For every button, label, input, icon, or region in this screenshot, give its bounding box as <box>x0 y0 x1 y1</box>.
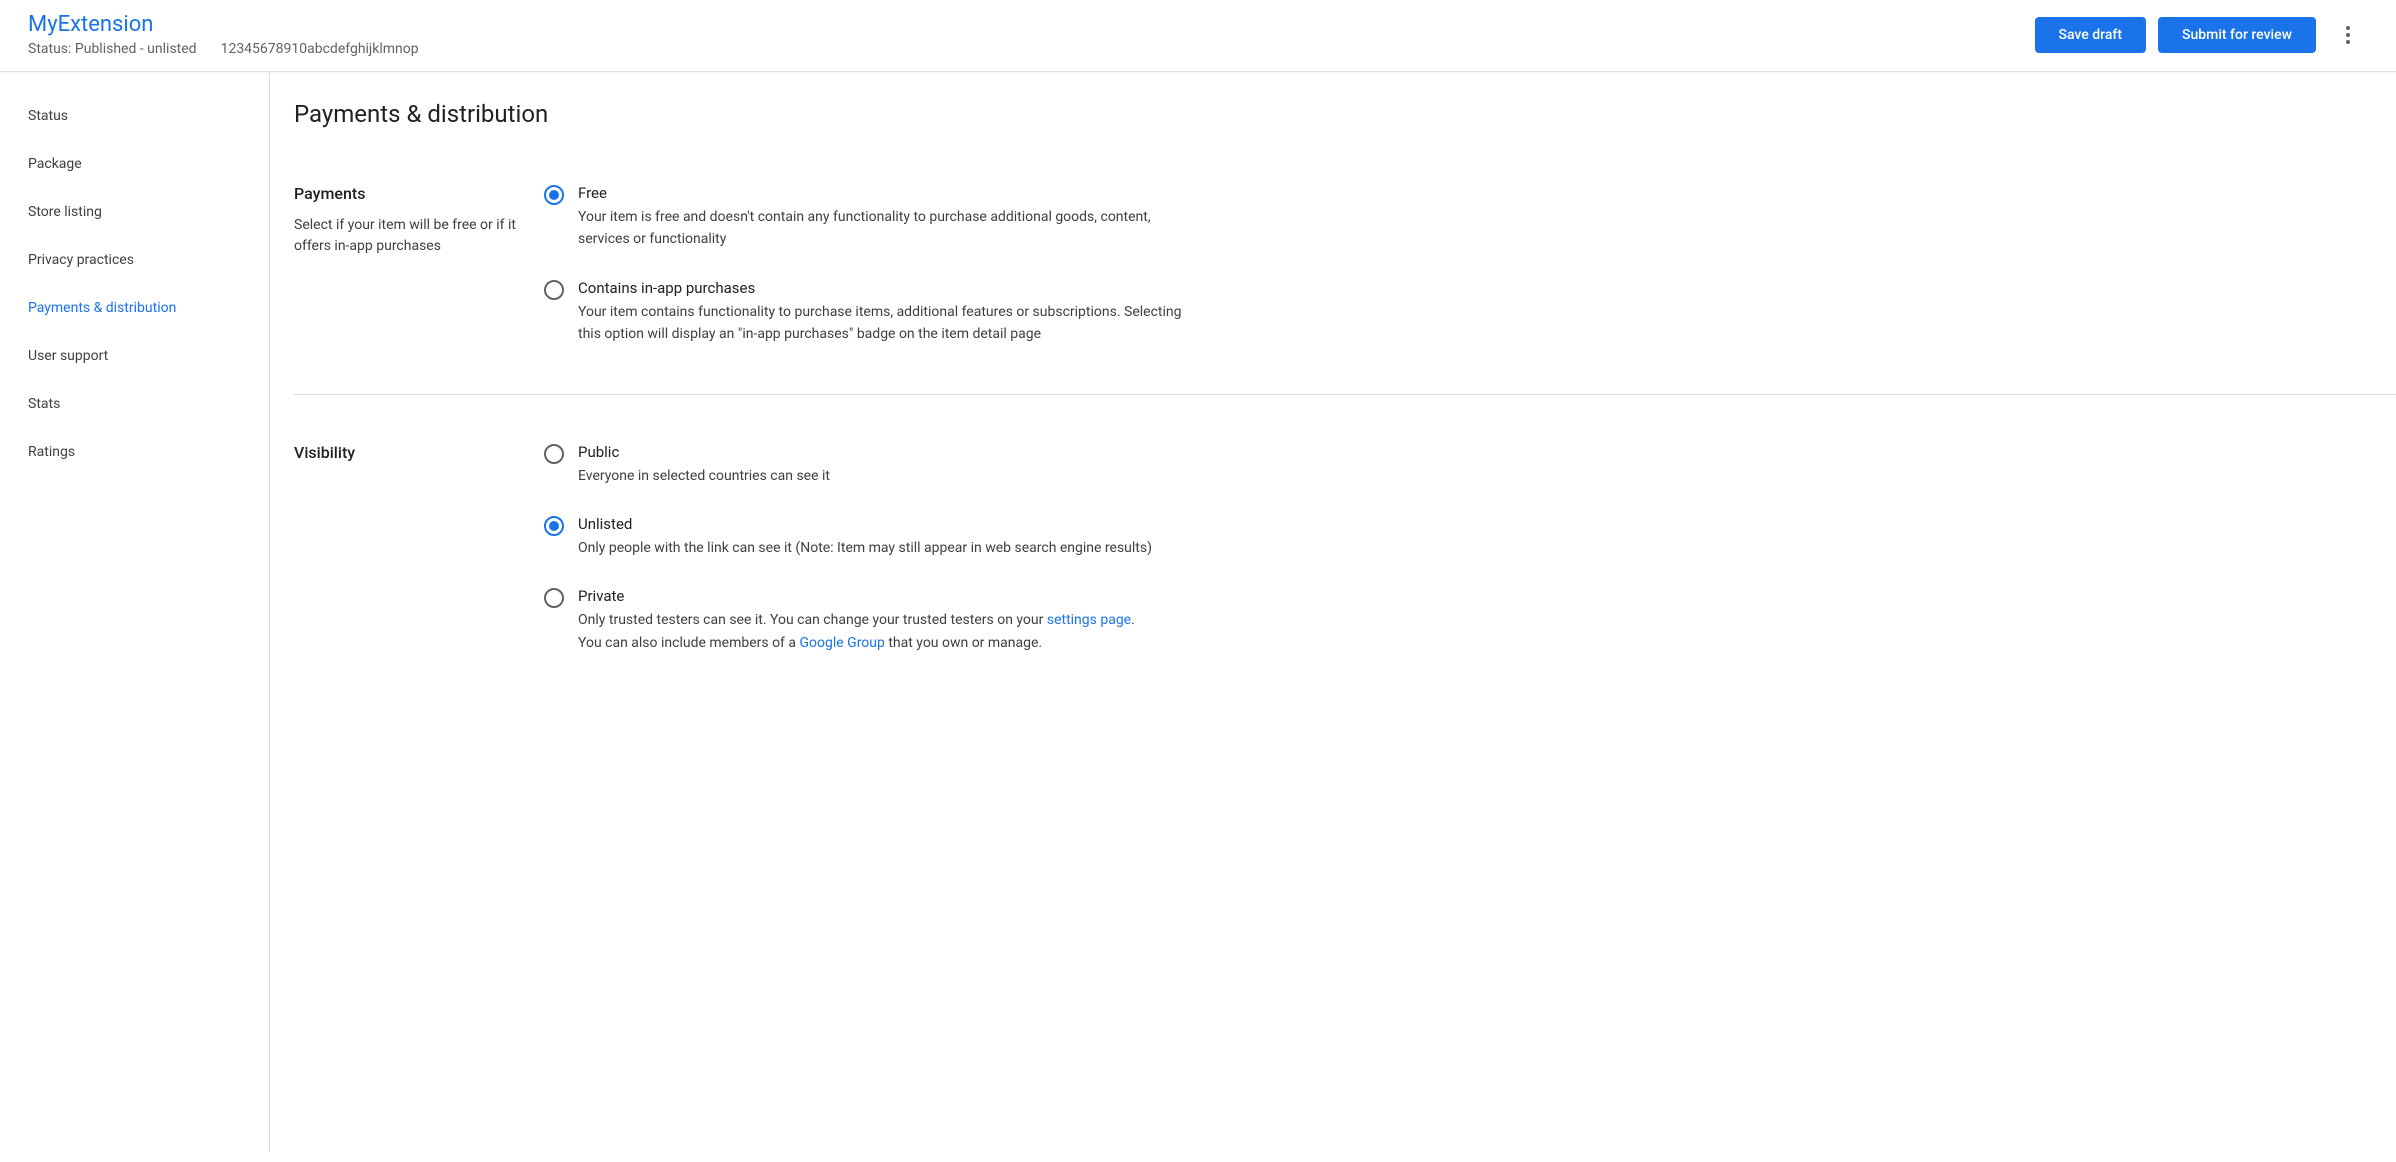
sidebar-item-user-support[interactable]: User support <box>0 332 269 380</box>
settings-page-link[interactable]: settings page <box>1047 612 1131 628</box>
radio-free[interactable] <box>544 185 564 205</box>
app-title[interactable]: MyExtension <box>28 12 419 37</box>
google-group-link[interactable]: Google Group <box>799 635 884 651</box>
option-desc: Your item is free and doesn't contain an… <box>578 206 1184 251</box>
sidebar-item-stats[interactable]: Stats <box>0 380 269 428</box>
option-content: Free Your item is free and doesn't conta… <box>578 184 1184 251</box>
radio-unlisted[interactable] <box>544 516 564 536</box>
sidebar: Status Package Store listing Privacy pra… <box>0 72 270 1152</box>
more-options-button[interactable] <box>2328 15 2368 55</box>
radio-private[interactable] <box>544 588 564 608</box>
option-content: Contains in-app purchases Your item cont… <box>578 279 1184 346</box>
desc-text: You can also include members of a <box>578 635 799 651</box>
option-title: Unlisted <box>578 515 1184 533</box>
visibility-option-unlisted[interactable]: Unlisted Only people with the link can s… <box>544 515 1184 559</box>
status-text: Status: Published - unlisted <box>28 41 197 57</box>
payments-title: Payments <box>294 184 524 203</box>
radio-iap[interactable] <box>544 280 564 300</box>
header-left: MyExtension Status: Published - unlisted… <box>28 12 419 57</box>
option-title: Contains in-app purchases <box>578 279 1184 297</box>
header: MyExtension Status: Published - unlisted… <box>0 0 2396 72</box>
sidebar-item-ratings[interactable]: Ratings <box>0 428 269 476</box>
option-content: Private Only trusted testers can see it.… <box>578 587 1184 654</box>
option-private-desc: Only trusted testers can see it. You can… <box>578 609 1184 654</box>
submit-for-review-button[interactable]: Submit for review <box>2158 17 2316 53</box>
visibility-label-col: Visibility <box>294 443 544 655</box>
visibility-option-public[interactable]: Public Everyone in selected countries ca… <box>544 443 1184 487</box>
payment-option-free[interactable]: Free Your item is free and doesn't conta… <box>544 184 1184 251</box>
desc-text: Only trusted testers can see it. You can… <box>578 612 1047 628</box>
save-draft-button[interactable]: Save draft <box>2035 17 2147 53</box>
payments-label-col: Payments Select if your item will be fre… <box>294 184 544 346</box>
payments-options: Free Your item is free and doesn't conta… <box>544 184 1184 346</box>
sidebar-item-payments-distribution[interactable]: Payments & distribution <box>0 284 269 332</box>
sidebar-item-package[interactable]: Package <box>0 140 269 188</box>
desc-text: that you own or manage. <box>885 635 1042 651</box>
option-title: Private <box>578 587 1184 605</box>
page-title: Payments & distribution <box>294 100 2396 128</box>
header-actions: Save draft Submit for review <box>2035 15 2368 55</box>
sidebar-item-privacy-practices[interactable]: Privacy practices <box>0 236 269 284</box>
desc-text: . <box>1131 612 1135 628</box>
header-meta: Status: Published - unlisted 12345678910… <box>28 41 419 57</box>
payments-desc: Select if your item will be free or if i… <box>294 215 524 257</box>
option-desc: Your item contains functionality to purc… <box>578 301 1184 346</box>
radio-public[interactable] <box>544 444 564 464</box>
item-id: 12345678910abcdefghijklmnop <box>221 41 419 57</box>
visibility-section: Visibility Public Everyone in selected c… <box>294 443 2396 703</box>
sidebar-item-store-listing[interactable]: Store listing <box>0 188 269 236</box>
visibility-option-private[interactable]: Private Only trusted testers can see it.… <box>544 587 1184 654</box>
main-content: Payments & distribution Payments Select … <box>270 72 2396 1152</box>
option-title: Public <box>578 443 1184 461</box>
visibility-title: Visibility <box>294 443 524 462</box>
option-title: Free <box>578 184 1184 202</box>
option-desc: Everyone in selected countries can see i… <box>578 465 1184 487</box>
payments-section: Payments Select if your item will be fre… <box>294 184 2396 395</box>
payment-option-iap[interactable]: Contains in-app purchases Your item cont… <box>544 279 1184 346</box>
option-content: Public Everyone in selected countries ca… <box>578 443 1184 487</box>
visibility-options: Public Everyone in selected countries ca… <box>544 443 1184 655</box>
more-vert-icon <box>2346 26 2350 44</box>
container: Status Package Store listing Privacy pra… <box>0 72 2396 1152</box>
option-content: Unlisted Only people with the link can s… <box>578 515 1184 559</box>
sidebar-item-status[interactable]: Status <box>0 92 269 140</box>
option-desc: Only people with the link can see it (No… <box>578 537 1184 559</box>
